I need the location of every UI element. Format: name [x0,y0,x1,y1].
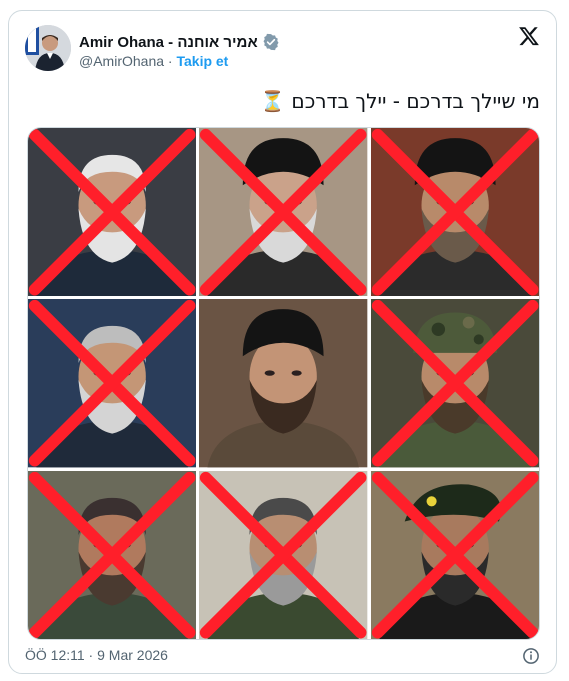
x-logo-icon[interactable] [518,25,540,47]
info-icon[interactable] [522,647,540,665]
tweet-card: Amir Ohana - אמיר אוחנה @AmirOhana · Tak… [8,10,557,674]
portrait-image [199,128,368,297]
portrait-image [370,470,539,639]
grid-photo[interactable] [370,470,539,639]
timestamp[interactable]: ÖÖ 12:11 · 9 Mar 2026 [25,647,168,663]
portrait-image [28,299,197,468]
grid-photo[interactable] [199,470,368,639]
portrait-image [370,299,539,468]
portrait-image [28,128,197,297]
handle-row: @AmirOhana · Takip et [79,53,228,69]
grid-photo[interactable] [199,128,368,297]
portrait-image [199,299,368,468]
separator-dot: · [167,53,173,69]
grid-photo[interactable] [370,299,539,468]
portrait-image [28,470,197,639]
verified-badge-icon [263,33,279,51]
portrait-image [199,470,368,639]
tweet-text: מי שיילך בדרכם - יילך בדרכם ⏳ [260,89,540,113]
grid-photo[interactable] [28,128,197,297]
grid-photo[interactable] [370,128,539,297]
portrait-image [370,128,539,297]
grid-photo[interactable] [199,299,368,468]
grid-photo[interactable] [28,299,197,468]
avatar-photo [25,25,71,71]
author-name[interactable]: Amir Ohana - אמיר אוחנה [79,34,258,51]
author-row: Amir Ohana - אמיר אוחנה [79,33,280,51]
avatar[interactable] [25,25,71,71]
grid-photo[interactable] [28,470,197,639]
follow-button[interactable]: Takip et [176,53,228,69]
photo-grid [27,127,540,640]
author-handle[interactable]: @AmirOhana [79,53,164,69]
